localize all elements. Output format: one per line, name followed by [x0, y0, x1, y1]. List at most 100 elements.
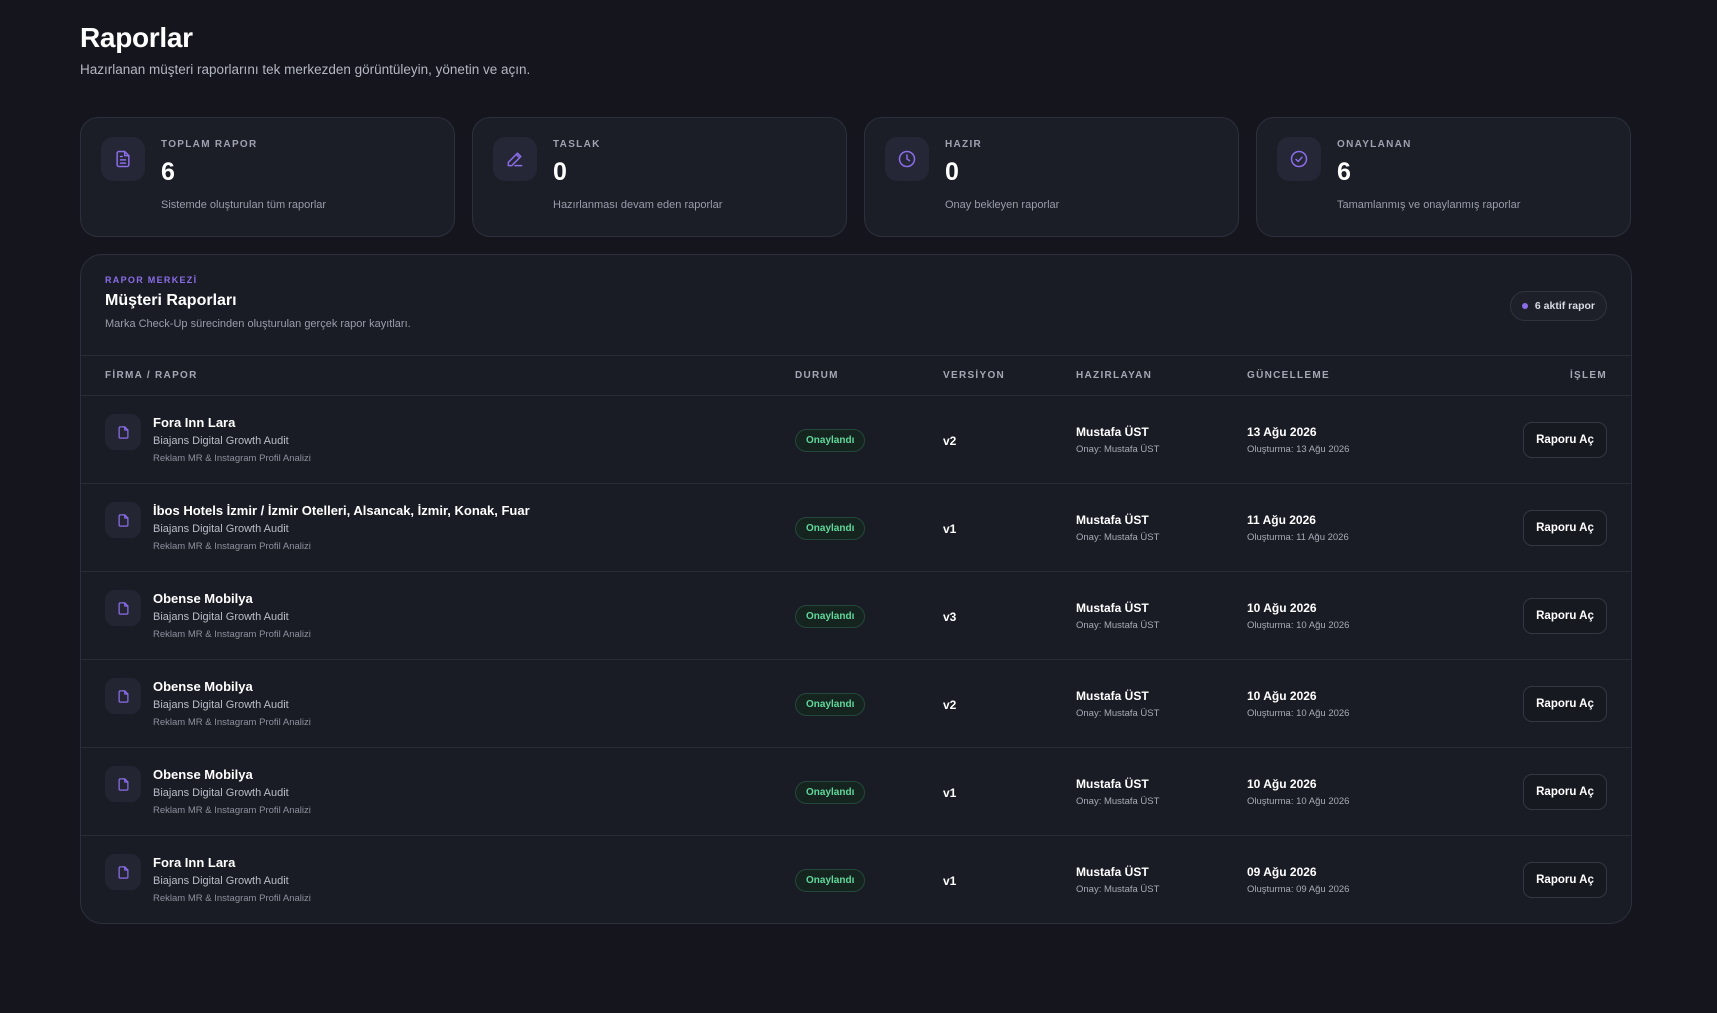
approver-text: Onay: Mustafa ÜST: [1076, 884, 1160, 895]
firm-cell: Fora Inn Lara Biajans Digital Growth Aud…: [153, 855, 311, 904]
updated-date: 09 Ağu 2026: [1247, 865, 1317, 879]
report-subtitle: Reklam MR & Instagram Profil Analizi: [153, 805, 311, 816]
version-label: v2: [943, 698, 957, 712]
preparer-cell: Mustafa ÜST Onay: Mustafa ÜST: [1076, 777, 1159, 807]
preparer-name: Mustafa ÜST: [1076, 601, 1149, 615]
preparer-cell: Mustafa ÜST Onay: Mustafa ÜST: [1076, 689, 1159, 719]
updated-cell: 13 Ağu 2026 Oluşturma: 13 Ağu 2026: [1247, 425, 1349, 455]
updated-cell: 10 Ağu 2026 Oluşturma: 10 Ağu 2026: [1247, 601, 1349, 631]
preparer-cell: Mustafa ÜST Onay: Mustafa ÜST: [1076, 601, 1159, 631]
open-report-button[interactable]: Raporu Aç: [1523, 598, 1607, 634]
preparer-name: Mustafa ÜST: [1076, 425, 1149, 439]
stat-card-total: TOPLAM RAPOR 6 Sistemde oluşturulan tüm …: [80, 117, 455, 237]
status-badge: Onaylandı: [795, 869, 866, 892]
stat-value: 0: [553, 158, 567, 186]
updated-date: 10 Ağu 2026: [1247, 777, 1317, 791]
table-row: Obense Mobilya Biajans Digital Growth Au…: [81, 660, 1631, 748]
panel-eyebrow: RAPOR MERKEZİ: [105, 275, 198, 285]
report-type: Biajans Digital Growth Audit: [153, 523, 289, 535]
table-row: Fora Inn Lara Biajans Digital Growth Aud…: [81, 836, 1631, 923]
file-icon: [105, 590, 141, 626]
updated-cell: 10 Ağu 2026 Oluşturma: 10 Ağu 2026: [1247, 777, 1349, 807]
stat-value: 6: [161, 158, 175, 186]
preparer-name: Mustafa ÜST: [1076, 865, 1149, 879]
status-badge: Onaylandı: [795, 429, 866, 452]
stat-label: TASLAK: [553, 139, 601, 150]
updated-cell: 11 Ağu 2026 Oluşturma: 11 Ağu 2026: [1247, 513, 1349, 543]
updated-date: 13 Ağu 2026: [1247, 425, 1317, 439]
active-report-count: 6 aktif rapor: [1534, 300, 1595, 312]
table-row: Obense Mobilya Biajans Digital Growth Au…: [81, 572, 1631, 660]
version-label: v1: [943, 874, 957, 888]
document-icon: [101, 137, 145, 181]
report-type: Biajans Digital Growth Audit: [153, 435, 289, 447]
version-label: v2: [943, 434, 957, 448]
file-icon: [105, 854, 141, 890]
check-circle-icon: [1277, 137, 1321, 181]
version-label: v1: [943, 786, 957, 800]
stat-description: Tamamlanmış ve onaylanmış raporlar: [1337, 199, 1521, 211]
table-header: FİRMA / RAPOR DURUM VERSİYON HAZIRLAYAN …: [81, 356, 1631, 396]
firm-name: Obense Mobilya: [153, 591, 253, 606]
panel-description: Marka Check-Up sürecinden oluşturulan ge…: [105, 318, 411, 330]
open-report-button[interactable]: Raporu Aç: [1523, 686, 1607, 722]
stats-row: TOPLAM RAPOR 6 Sistemde oluşturulan tüm …: [80, 117, 1637, 237]
preparer-cell: Mustafa ÜST Onay: Mustafa ÜST: [1076, 513, 1159, 543]
file-icon: [105, 678, 141, 714]
table-row: İbos Hotels İzmir / İzmir Otelleri, Alsa…: [81, 484, 1631, 572]
page-title: Raporlar: [80, 22, 193, 53]
updated-cell: 10 Ağu 2026 Oluşturma: 10 Ağu 2026: [1247, 689, 1349, 719]
report-type: Biajans Digital Growth Audit: [153, 611, 289, 623]
approver-text: Onay: Mustafa ÜST: [1076, 796, 1160, 807]
approver-text: Onay: Mustafa ÜST: [1076, 620, 1160, 631]
firm-cell: Fora Inn Lara Biajans Digital Growth Aud…: [153, 415, 311, 464]
stat-value: 0: [945, 158, 959, 186]
clock-icon: [885, 137, 929, 181]
page-subtitle: Hazırlanan müşteri raporlarını tek merke…: [80, 62, 531, 77]
firm-name: Obense Mobilya: [153, 767, 253, 782]
file-icon: [105, 414, 141, 450]
stat-description: Sistemde oluşturulan tüm raporlar: [161, 199, 327, 211]
reports-panel: RAPOR MERKEZİ Müşteri Raporları Marka Ch…: [80, 254, 1632, 924]
stat-description: Onay bekleyen raporlar: [945, 199, 1060, 211]
report-subtitle: Reklam MR & Instagram Profil Analizi: [153, 453, 311, 464]
preparer-cell: Mustafa ÜST Onay: Mustafa ÜST: [1076, 865, 1159, 895]
report-subtitle: Reklam MR & Instagram Profil Analizi: [153, 893, 311, 904]
status-badge: Onaylandı: [795, 781, 866, 804]
table-row: Obense Mobilya Biajans Digital Growth Au…: [81, 748, 1631, 836]
firm-cell: Obense Mobilya Biajans Digital Growth Au…: [153, 679, 311, 728]
reports-page: Raporlar Hazırlanan müşteri raporlarını …: [0, 0, 1717, 1013]
panel-header: RAPOR MERKEZİ Müşteri Raporları Marka Ch…: [81, 255, 1631, 356]
status-badge: Onaylandı: [795, 517, 866, 540]
stat-label: TOPLAM RAPOR: [161, 139, 258, 150]
active-report-badge: 6 aktif rapor: [1509, 291, 1607, 321]
preparer-cell: Mustafa ÜST Onay: Mustafa ÜST: [1076, 425, 1159, 455]
status-badge: Onaylandı: [795, 605, 866, 628]
created-date: Oluşturma: 09 Ağu 2026: [1247, 884, 1350, 895]
table-body: Fora Inn Lara Biajans Digital Growth Aud…: [81, 396, 1631, 923]
open-report-button[interactable]: Raporu Aç: [1523, 774, 1607, 810]
stat-card-ready: HAZIR 0 Onay bekleyen raporlar: [864, 117, 1239, 237]
firm-name: Fora Inn Lara: [153, 415, 236, 430]
firm-cell: Obense Mobilya Biajans Digital Growth Au…: [153, 591, 311, 640]
stat-description: Hazırlanması devam eden raporlar: [553, 199, 723, 211]
open-report-button[interactable]: Raporu Aç: [1523, 422, 1607, 458]
version-label: v3: [943, 610, 957, 624]
approver-text: Onay: Mustafa ÜST: [1076, 532, 1160, 543]
report-subtitle: Reklam MR & Instagram Profil Analizi: [153, 629, 311, 640]
column-header-status: DURUM: [795, 370, 839, 381]
stat-label: HAZIR: [945, 139, 983, 150]
open-report-button[interactable]: Raporu Aç: [1523, 862, 1607, 898]
created-date: Oluşturma: 10 Ağu 2026: [1247, 708, 1350, 719]
report-type: Biajans Digital Growth Audit: [153, 787, 289, 799]
stat-card-draft: TASLAK 0 Hazırlanması devam eden raporla…: [472, 117, 847, 237]
open-report-button[interactable]: Raporu Aç: [1523, 510, 1607, 546]
firm-name: Fora Inn Lara: [153, 855, 236, 870]
status-badge: Onaylandı: [795, 693, 866, 716]
preparer-name: Mustafa ÜST: [1076, 777, 1149, 791]
approver-text: Onay: Mustafa ÜST: [1076, 444, 1160, 455]
column-header-updated: GÜNCELLEME: [1247, 370, 1330, 381]
stat-card-approved: ONAYLANAN 6 Tamamlanmış ve onaylanmış ra…: [1256, 117, 1631, 237]
updated-date: 11 Ağu 2026: [1247, 513, 1316, 527]
approver-text: Onay: Mustafa ÜST: [1076, 708, 1160, 719]
